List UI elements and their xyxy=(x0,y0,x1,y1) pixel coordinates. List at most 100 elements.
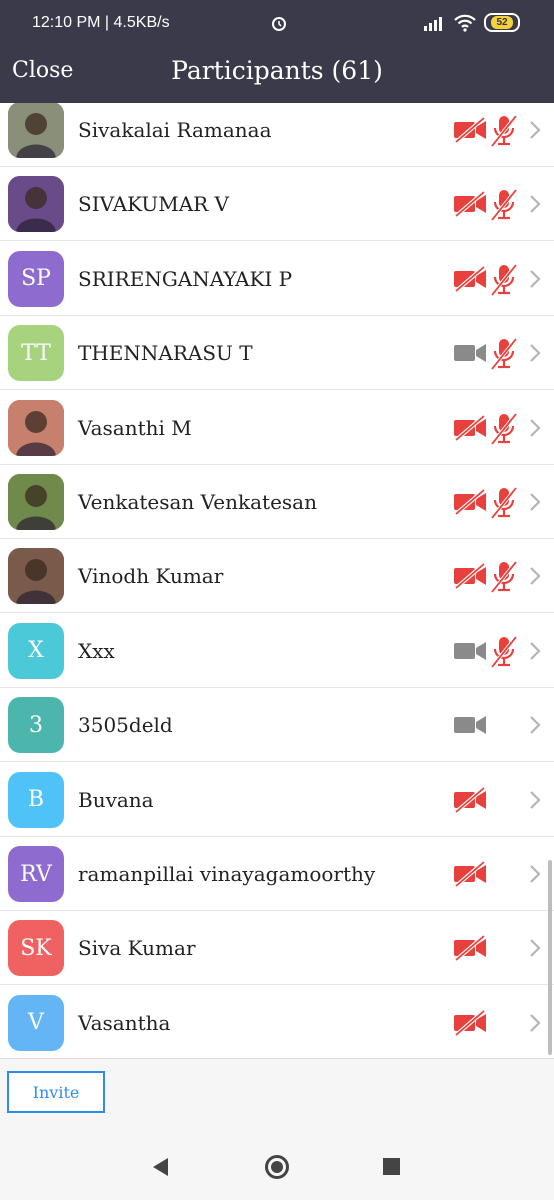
status-bar: 12:10 PM | 4.5KB/s 52 xyxy=(0,0,554,48)
mic-muted-icon xyxy=(489,412,519,446)
participant-name: Vasanthi M xyxy=(78,415,192,440)
mic-muted-icon xyxy=(489,263,519,297)
avatar xyxy=(8,399,64,456)
close-button[interactable]: Close xyxy=(12,58,73,83)
participant-row[interactable]: Vinodh Kumar xyxy=(0,539,554,614)
mic-muted-icon xyxy=(489,337,519,371)
mic-muted-icon xyxy=(489,188,519,222)
participant-list[interactable]: Sivakalai Ramanaa SIVAKUMAR V SP SRIRENGANA… xyxy=(0,103,554,1058)
chevron-right-icon[interactable] xyxy=(528,641,542,661)
participant-row[interactable]: TT THENNARASU T xyxy=(0,316,554,391)
chevron-right-icon[interactable] xyxy=(528,864,542,884)
video-off-icon xyxy=(453,488,487,516)
participant-row[interactable]: Sivakalai Ramanaa xyxy=(0,103,554,167)
avatar: TT xyxy=(8,325,64,382)
participant-name: Xxx xyxy=(78,638,115,663)
chevron-right-icon[interactable] xyxy=(528,1013,542,1033)
video-off-icon xyxy=(453,562,487,590)
video-off-icon xyxy=(453,934,487,962)
recents-nav-icon[interactable] xyxy=(383,1158,400,1175)
participant-row[interactable]: B Buvana xyxy=(0,762,554,837)
video-off-icon xyxy=(453,190,487,218)
chevron-right-icon[interactable] xyxy=(528,715,542,735)
avatar-initials: B xyxy=(27,787,45,813)
avatar-initials: TT xyxy=(21,340,51,366)
participant-name: Siva Kumar xyxy=(78,936,196,961)
battery-level: 52 xyxy=(491,16,513,29)
chevron-right-icon[interactable] xyxy=(528,418,542,438)
avatar: B xyxy=(8,771,64,828)
chevron-right-icon[interactable] xyxy=(528,269,542,289)
scrollbar[interactable] xyxy=(548,860,552,1055)
video-off-icon xyxy=(453,414,487,442)
signal-icon xyxy=(424,16,442,31)
chevron-right-icon[interactable] xyxy=(528,194,542,214)
avatar: 3 xyxy=(8,697,64,754)
invite-button[interactable]: Invite xyxy=(7,1071,105,1113)
system-nav-bar xyxy=(0,1134,554,1200)
status-icons: 52 xyxy=(272,13,520,32)
header-bar: Close Participants (61) xyxy=(0,48,554,103)
participant-name: THENNARASU T xyxy=(78,341,253,366)
participant-name: SIVAKUMAR V xyxy=(78,192,229,217)
chevron-right-icon[interactable] xyxy=(528,790,542,810)
back-nav-icon[interactable] xyxy=(150,1156,170,1178)
avatar: RV xyxy=(8,846,64,902)
mic-muted-icon xyxy=(489,486,519,520)
battery-icon: 52 xyxy=(484,13,520,32)
avatar: X xyxy=(8,622,64,679)
avatar: V xyxy=(8,994,64,1051)
participant-name: Venkatesan Venkatesan xyxy=(78,490,317,514)
mic-muted-icon xyxy=(489,560,519,594)
video-camera-icon xyxy=(453,712,487,738)
mic-muted-icon xyxy=(489,635,519,669)
avatar xyxy=(8,103,64,158)
participant-row[interactable]: Vasanthi M xyxy=(0,390,554,465)
video-off-icon xyxy=(453,860,487,888)
video-camera-icon xyxy=(453,340,487,366)
video-off-icon xyxy=(453,116,487,144)
avatar: SP xyxy=(8,250,64,307)
avatar-initials: SK xyxy=(20,935,52,961)
mic-muted-icon xyxy=(489,114,519,148)
avatar: SK xyxy=(8,920,64,977)
wifi-icon xyxy=(454,14,476,32)
participant-name: ramanpillai vinayagamoorthy xyxy=(78,862,376,886)
participant-name: Vasantha xyxy=(78,1010,171,1035)
participant-row[interactable]: V Vasantha xyxy=(0,985,554,1058)
status-time: 12:10 PM | 4.5KB/s xyxy=(32,14,170,31)
chevron-right-icon[interactable] xyxy=(528,492,542,512)
chevron-right-icon[interactable] xyxy=(528,343,542,363)
avatar xyxy=(8,176,64,233)
avatar xyxy=(8,474,64,530)
participant-row[interactable]: RV ramanpillai vinayagamoorthy xyxy=(0,837,554,911)
participant-name: Sivakalai Ramanaa xyxy=(78,118,272,142)
home-nav-icon[interactable] xyxy=(264,1154,290,1180)
video-camera-icon xyxy=(453,638,487,664)
chevron-right-icon[interactable] xyxy=(528,566,542,586)
participant-row[interactable]: SIVAKUMAR V xyxy=(0,167,554,242)
alarm-icon xyxy=(272,16,286,31)
avatar-initials: V xyxy=(28,1010,44,1036)
participant-row[interactable]: 3 3505deld xyxy=(0,688,554,763)
video-off-icon xyxy=(453,1009,487,1037)
avatar-initials: X xyxy=(28,638,44,664)
participant-name: 3505deld xyxy=(78,713,173,738)
avatar xyxy=(8,548,64,605)
participant-name: SRIRENGANAYAKI P xyxy=(78,266,293,291)
footer-bar: Invite xyxy=(0,1058,554,1135)
chevron-right-icon[interactable] xyxy=(528,120,542,140)
participant-name: Buvana xyxy=(78,787,154,812)
participant-row[interactable]: SP SRIRENGANAYAKI P xyxy=(0,241,554,316)
participant-row[interactable]: SK Siva Kumar xyxy=(0,911,554,986)
chevron-right-icon[interactable] xyxy=(528,938,542,958)
avatar-initials: 3 xyxy=(29,712,43,738)
participant-row[interactable]: Venkatesan Venkatesan xyxy=(0,465,554,539)
participant-row[interactable]: X Xxx xyxy=(0,613,554,688)
avatar-initials: SP xyxy=(21,266,51,292)
avatar-initials: RV xyxy=(20,861,52,887)
video-off-icon xyxy=(453,786,487,814)
page-title: Participants (61) xyxy=(171,56,383,85)
participant-name: Vinodh Kumar xyxy=(78,564,224,589)
video-off-icon xyxy=(453,265,487,293)
